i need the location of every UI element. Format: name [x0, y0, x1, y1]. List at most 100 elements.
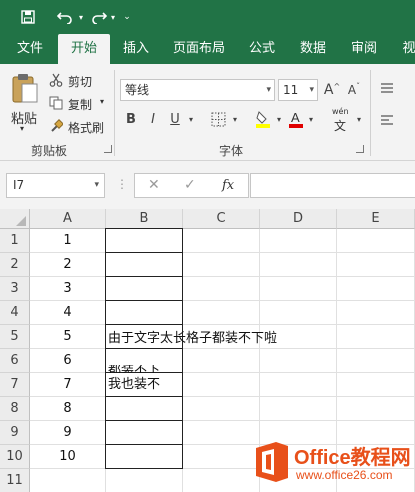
- cell-d4[interactable]: [260, 301, 337, 325]
- cell-a9[interactable]: 9: [30, 421, 106, 445]
- cell-e3[interactable]: [337, 277, 415, 301]
- shrink-font-button[interactable]: Aˇ: [344, 79, 364, 101]
- cell-d1[interactable]: [260, 229, 337, 253]
- column-header-e[interactable]: E: [337, 209, 415, 229]
- font-name-box[interactable]: 等线 ▾: [120, 79, 275, 101]
- chevron-down-icon[interactable]: ⌄: [120, 0, 134, 34]
- enter-icon[interactable]: ✓: [184, 174, 196, 197]
- cell-a8[interactable]: 8: [30, 397, 106, 421]
- tab-review[interactable]: 审阅: [342, 34, 386, 64]
- tab-home[interactable]: 开始: [58, 34, 110, 64]
- chevron-down-icon[interactable]: ▾: [354, 109, 364, 129]
- drag-handle-icon[interactable]: ⋮: [116, 177, 128, 191]
- cell-a4[interactable]: 4: [30, 301, 106, 325]
- row-header-8[interactable]: 8: [0, 397, 30, 421]
- format-painter-button[interactable]: 格式刷: [48, 116, 108, 136]
- cell-c4[interactable]: [183, 301, 260, 325]
- borders-button[interactable]: [208, 109, 228, 129]
- cell-d6[interactable]: [260, 349, 337, 373]
- column-header-c[interactable]: C: [183, 209, 260, 229]
- cell-e4[interactable]: [337, 301, 415, 325]
- cell-b4[interactable]: [106, 301, 183, 325]
- tab-view[interactable]: 视: [394, 34, 415, 64]
- row-header-9[interactable]: 9: [0, 421, 30, 445]
- cell-e6[interactable]: [337, 349, 415, 373]
- chevron-down-icon[interactable]: ▾: [306, 109, 316, 129]
- font-color-button[interactable]: A: [286, 109, 306, 129]
- cell-a7[interactable]: 7: [30, 373, 106, 397]
- cell-c8[interactable]: [183, 397, 260, 421]
- bold-button[interactable]: B: [122, 109, 140, 129]
- row-header-10[interactable]: 10: [0, 445, 30, 469]
- grow-font-button[interactable]: A ^: [322, 79, 342, 101]
- font-size-box[interactable]: 11 ▾: [278, 79, 318, 101]
- paste-button[interactable]: 粘贴 ▾: [8, 70, 42, 133]
- tab-insert[interactable]: 插入: [114, 34, 158, 64]
- redo-dropdown-icon[interactable]: ▾: [108, 0, 118, 34]
- tab-file[interactable]: 文件: [8, 34, 52, 64]
- cell-e2[interactable]: [337, 253, 415, 277]
- tab-formulas[interactable]: 公式: [240, 34, 284, 64]
- tab-page-layout[interactable]: 页面布局: [164, 34, 234, 64]
- cell-b8[interactable]: [106, 397, 183, 421]
- cell-b3[interactable]: [106, 277, 183, 301]
- cell-b11[interactable]: [106, 469, 183, 492]
- cell-b9[interactable]: [106, 421, 183, 445]
- cut-button[interactable]: 剪切: [48, 70, 102, 90]
- cancel-icon[interactable]: ✕: [148, 174, 160, 197]
- insert-function-icon[interactable]: fx: [222, 174, 234, 197]
- phonetic-guide-button[interactable]: wén 文: [328, 107, 354, 135]
- formula-input[interactable]: [250, 173, 415, 198]
- chevron-down-icon[interactable]: ▾: [230, 109, 240, 129]
- cell-c6[interactable]: [183, 349, 260, 373]
- cell-c1[interactable]: [183, 229, 260, 253]
- cell-b1[interactable]: [106, 229, 183, 253]
- column-header-b[interactable]: B: [106, 209, 183, 229]
- save-icon[interactable]: [14, 0, 42, 34]
- cell-d7[interactable]: [260, 373, 337, 397]
- cell-e5[interactable]: [337, 325, 415, 349]
- cell-a5[interactable]: 5: [30, 325, 106, 349]
- align-top-icon[interactable]: [378, 78, 396, 98]
- column-header-d[interactable]: D: [260, 209, 337, 229]
- cell-a6[interactable]: 6: [30, 349, 106, 373]
- cell-a1[interactable]: 1: [30, 229, 106, 253]
- row-header-2[interactable]: 2: [0, 253, 30, 277]
- cell-e7[interactable]: [337, 373, 415, 397]
- cell-a11[interactable]: [30, 469, 106, 492]
- row-header-6[interactable]: 6: [0, 349, 30, 373]
- cell-b2[interactable]: [106, 253, 183, 277]
- dialog-launcher-icon[interactable]: [356, 145, 364, 153]
- chevron-down-icon[interactable]: ▾: [274, 109, 284, 129]
- dialog-launcher-icon[interactable]: [104, 145, 112, 153]
- row-header-4[interactable]: 4: [0, 301, 30, 325]
- cell-a2[interactable]: 2: [30, 253, 106, 277]
- underline-button[interactable]: U: [166, 109, 184, 129]
- chevron-down-icon[interactable]: ▾: [186, 109, 196, 129]
- cell-c3[interactable]: [183, 277, 260, 301]
- undo-dropdown-icon[interactable]: ▾: [76, 0, 86, 34]
- row-header-11[interactable]: 11: [0, 469, 30, 492]
- select-all-corner[interactable]: [0, 209, 30, 229]
- cell-c2[interactable]: [183, 253, 260, 277]
- cell-c7[interactable]: [183, 373, 260, 397]
- align-left-icon[interactable]: [378, 110, 396, 130]
- italic-button[interactable]: I: [144, 109, 162, 129]
- cell-d8[interactable]: [260, 397, 337, 421]
- row-header-5[interactable]: 5: [0, 325, 30, 349]
- cell-a10[interactable]: 10: [30, 445, 106, 469]
- name-box[interactable]: I7 ▾: [6, 173, 105, 198]
- copy-button[interactable]: 复制 ▾: [48, 93, 110, 113]
- cell-e1[interactable]: [337, 229, 415, 253]
- tab-data[interactable]: 数据: [290, 34, 336, 64]
- cell-d2[interactable]: [260, 253, 337, 277]
- row-header-1[interactable]: 1: [0, 229, 30, 253]
- cell-a3[interactable]: 3: [30, 277, 106, 301]
- cell-d3[interactable]: [260, 277, 337, 301]
- cell-b10[interactable]: [106, 445, 183, 469]
- column-header-a[interactable]: A: [30, 209, 106, 229]
- row-header-3[interactable]: 3: [0, 277, 30, 301]
- fill-color-button[interactable]: [252, 109, 274, 129]
- row-header-7[interactable]: 7: [0, 373, 30, 397]
- cell-e8[interactable]: [337, 397, 415, 421]
